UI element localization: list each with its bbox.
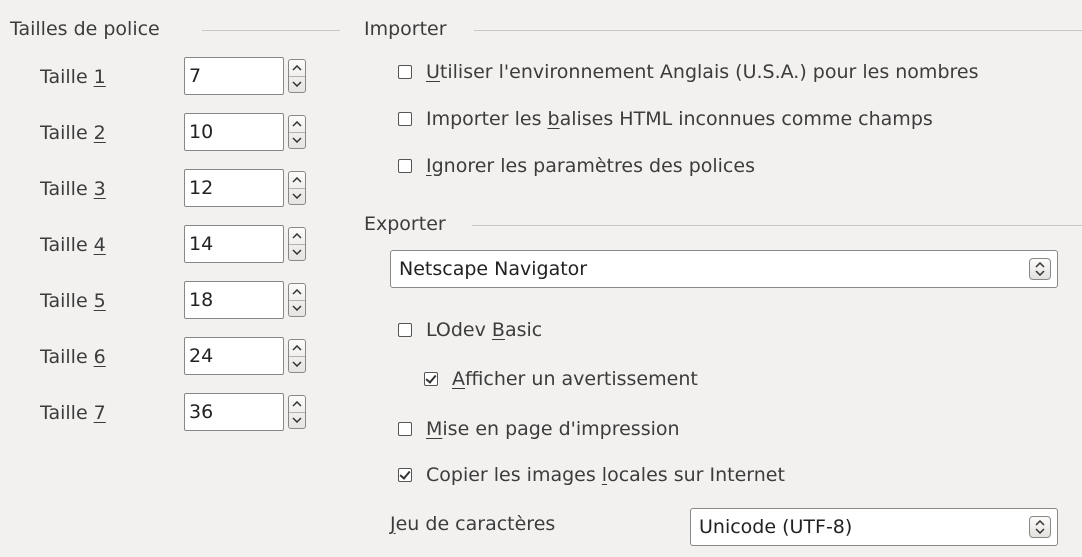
size-3-spinbox[interactable]: 12: [184, 169, 308, 207]
chevron-down-icon[interactable]: [289, 300, 305, 316]
spin-buttons[interactable]: [288, 59, 306, 93]
size-1-spinbox[interactable]: 7: [184, 57, 308, 95]
size-6-input[interactable]: 24: [184, 337, 284, 375]
spin-buttons[interactable]: [288, 395, 306, 429]
show-warning-box[interactable]: [424, 372, 438, 386]
chevron-up-icon[interactable]: [289, 116, 305, 133]
chevron-up-icon[interactable]: [289, 284, 305, 301]
show-warning-label: Afficher un avertissement: [452, 368, 698, 390]
size-2-input[interactable]: 10: [184, 113, 284, 151]
size-6-spinbox[interactable]: 24: [184, 337, 308, 375]
chevron-down-icon[interactable]: [289, 356, 305, 372]
spin-buttons[interactable]: [288, 283, 306, 317]
chevron-down-icon[interactable]: [289, 132, 305, 148]
size-1-input[interactable]: 7: [184, 57, 284, 95]
print-layout-label: Mise en page d'impression: [426, 418, 680, 440]
import-option-1-checkbox[interactable]: Utiliser l'environnement Anglais (U.S.A.…: [398, 60, 978, 84]
import-option-3-label: Ignorer les paramètres des polices: [426, 155, 755, 177]
chevron-down-icon[interactable]: [289, 188, 305, 204]
font-sizes-title: Tailles de police: [10, 18, 160, 40]
size-3-input[interactable]: 12: [184, 169, 284, 207]
size-7-spinbox[interactable]: 36: [184, 393, 308, 431]
spin-buttons[interactable]: [288, 339, 306, 373]
export-title: Exporter: [364, 213, 446, 235]
lodev-basic-checkbox[interactable]: LOdev Basic: [398, 318, 542, 342]
chevron-up-icon[interactable]: [289, 340, 305, 357]
size-5-input[interactable]: 18: [184, 281, 284, 319]
import-option-3-box[interactable]: [398, 159, 412, 173]
spin-buttons[interactable]: [288, 227, 306, 261]
chevron-up-icon[interactable]: [289, 60, 305, 77]
size-1-label: Taille 1: [40, 66, 106, 88]
chevron-up-icon[interactable]: [289, 396, 305, 413]
import-option-3-checkbox[interactable]: Ignorer les paramètres des polices: [398, 154, 755, 178]
chevron-up-icon[interactable]: [289, 228, 305, 245]
lodev-basic-label: LOdev Basic: [426, 319, 543, 341]
browser-select-value: Netscape Navigator: [399, 258, 588, 280]
import-title: Importer: [364, 18, 447, 40]
import-option-1-box[interactable]: [398, 65, 412, 79]
chevron-down-icon[interactable]: [289, 244, 305, 260]
charset-label: Jeu de caractères: [390, 513, 556, 535]
import-option-2-label: Importer les balises HTML inconnues comm…: [426, 108, 933, 130]
copy-images-checkbox[interactable]: Copier les images locales sur Internet: [398, 463, 785, 487]
size-2-label: Taille 2: [40, 122, 106, 144]
show-warning-checkbox[interactable]: Afficher un avertissement: [424, 367, 698, 391]
size-5-spinbox[interactable]: 18: [184, 281, 308, 319]
size-7-label: Taille 7: [40, 402, 106, 424]
size-7-input[interactable]: 36: [184, 393, 284, 431]
charset-select[interactable]: Unicode (UTF-8): [690, 508, 1058, 546]
chevron-up-down-icon: [1029, 516, 1051, 538]
spin-buttons[interactable]: [288, 171, 306, 205]
chevron-up-icon[interactable]: [289, 172, 305, 189]
spin-buttons[interactable]: [288, 115, 306, 149]
print-layout-checkbox[interactable]: Mise en page d'impression: [398, 417, 680, 441]
lodev-basic-box[interactable]: [398, 323, 412, 337]
print-layout-box[interactable]: [398, 422, 412, 436]
import-divider: [474, 30, 1082, 31]
import-option-1-label: Utiliser l'environnement Anglais (U.S.A.…: [426, 61, 979, 83]
chevron-down-icon[interactable]: [289, 412, 305, 428]
size-6-label: Taille 6: [40, 346, 106, 368]
size-4-input[interactable]: 14: [184, 225, 284, 263]
import-option-2-checkbox[interactable]: Importer les balises HTML inconnues comm…: [398, 107, 933, 131]
import-option-2-box[interactable]: [398, 112, 412, 126]
size-4-spinbox[interactable]: 14: [184, 225, 308, 263]
browser-select[interactable]: Netscape Navigator: [390, 250, 1058, 288]
size-5-label: Taille 5: [40, 290, 106, 312]
size-4-label: Taille 4: [40, 234, 106, 256]
chevron-down-icon[interactable]: [289, 76, 305, 92]
font-sizes-divider: [202, 30, 340, 31]
size-3-label: Taille 3: [40, 178, 106, 200]
copy-images-box[interactable]: [398, 468, 412, 482]
export-divider: [472, 225, 1082, 226]
copy-images-label: Copier les images locales sur Internet: [426, 464, 785, 486]
chevron-up-down-icon: [1029, 258, 1051, 280]
charset-select-value: Unicode (UTF-8): [699, 516, 853, 538]
size-2-spinbox[interactable]: 10: [184, 113, 308, 151]
